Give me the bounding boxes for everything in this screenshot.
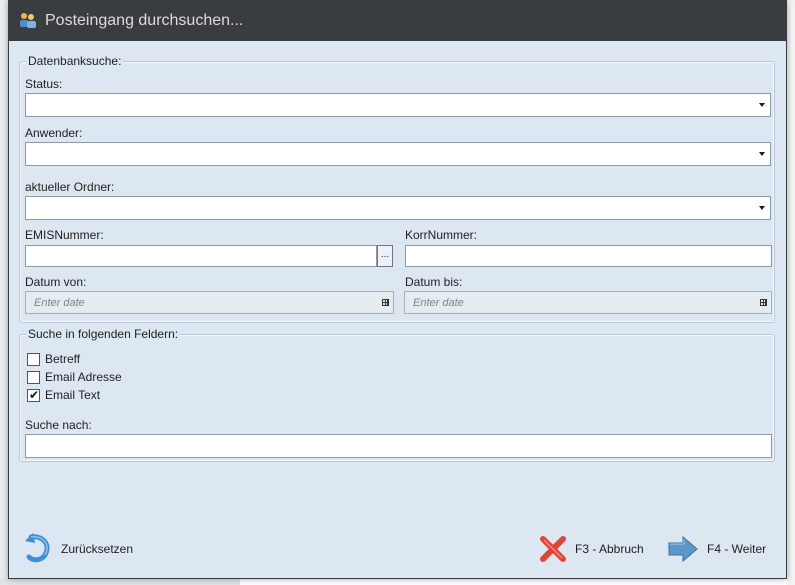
- status-combobox[interactable]: [25, 93, 771, 117]
- background-bottom-strip: [0, 578, 240, 585]
- reset-arrow-icon: [25, 533, 50, 563]
- email-address-checkbox-label: Email Adresse: [45, 370, 122, 384]
- folder-combobox[interactable]: [25, 196, 771, 220]
- arrow-right-icon: [668, 535, 698, 563]
- email-text-checkbox[interactable]: ✔: [27, 388, 40, 402]
- dropdown-arrow-icon: [759, 152, 765, 156]
- background-right-edge: [787, 0, 795, 585]
- subject-checkbox-label: Betreff: [45, 352, 81, 366]
- email-address-checkbox[interactable]: [27, 371, 40, 384]
- date-to-picker[interactable]: Enter date: [404, 291, 772, 314]
- date-from-label: Datum von:: [25, 275, 87, 289]
- search-for-input[interactable]: [25, 434, 772, 458]
- field-search-group: Suche in folgenden Feldern: Betreff Emai…: [19, 327, 775, 462]
- checkmark-icon: ✔: [29, 388, 40, 402]
- field-search-legend: Suche in folgenden Feldern:: [26, 327, 181, 341]
- folder-label: aktueller Ordner:: [25, 180, 115, 194]
- korr-number-input[interactable]: [405, 245, 772, 267]
- emis-browse-button[interactable]: ...: [377, 245, 393, 267]
- cancel-button-label: F3 - Abbruch: [575, 542, 644, 556]
- subject-checkbox[interactable]: [27, 353, 40, 366]
- search-for-label: Suche nach:: [25, 418, 92, 432]
- search-inbox-dialog: Posteingang durchsuchen... Datenbanksuch…: [8, 0, 787, 579]
- status-label: Status:: [25, 77, 63, 91]
- emis-number-input[interactable]: [25, 245, 377, 267]
- dropdown-arrow-icon: [759, 206, 765, 210]
- dropdown-arrow-icon: [759, 103, 765, 107]
- users-search-icon: [20, 13, 36, 28]
- reset-button-label: Zurücksetzen: [61, 542, 134, 556]
- emis-number-label: EMISNummer:: [25, 228, 104, 242]
- database-search-group: Datenbanksuche: Status: Anwender: aktuel…: [19, 54, 775, 323]
- dialog-title: Posteingang durchsuchen...: [45, 12, 244, 29]
- date-to-label: Datum bis:: [405, 275, 463, 289]
- next-button[interactable]: F4 - Weiter: [667, 531, 766, 567]
- date-from-placeholder: Enter date: [34, 297, 85, 309]
- user-combobox[interactable]: [25, 142, 771, 166]
- dialog-titlebar: Posteingang durchsuchen...: [9, 1, 786, 41]
- calendar-icon[interactable]: [382, 299, 389, 306]
- reset-button[interactable]: Zurücksetzen: [23, 531, 133, 567]
- background-left-edge: [0, 0, 8, 585]
- korr-number-label: KorrNummer:: [405, 228, 478, 242]
- close-x-icon: [540, 536, 566, 562]
- date-from-picker[interactable]: Enter date: [25, 291, 394, 314]
- date-to-placeholder: Enter date: [413, 297, 464, 309]
- next-button-label: F4 - Weiter: [707, 542, 767, 556]
- email-text-checkbox-label: Email Text: [45, 388, 101, 402]
- database-search-legend: Datenbanksuche:: [26, 54, 124, 68]
- user-label: Anwender:: [25, 126, 83, 140]
- calendar-icon[interactable]: [760, 299, 767, 306]
- cancel-button[interactable]: F3 - Abbruch: [539, 531, 644, 567]
